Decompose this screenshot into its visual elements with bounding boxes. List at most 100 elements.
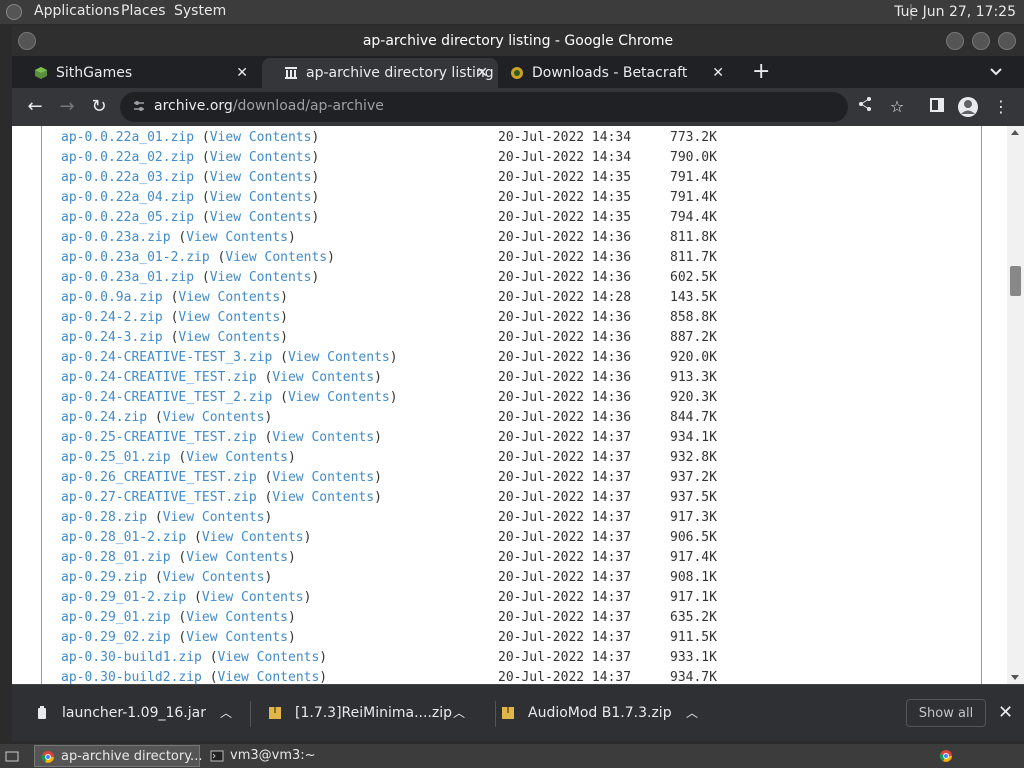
view-contents-link[interactable]: View Contents	[218, 650, 320, 665]
file-link[interactable]: ap-0.25-CREATIVE_TEST.zip	[61, 430, 257, 445]
view-contents-link[interactable]: View Contents	[186, 230, 288, 245]
view-contents-link[interactable]: View Contents	[202, 590, 304, 605]
view-contents-link[interactable]: View Contents	[178, 290, 280, 305]
view-contents-link[interactable]: View Contents	[202, 530, 304, 545]
file-link[interactable]: ap-0.29.zip	[61, 570, 147, 585]
view-contents-link[interactable]: View Contents	[218, 670, 320, 684]
window-menu-icon[interactable]	[18, 32, 36, 50]
view-contents-link[interactable]: View Contents	[186, 450, 288, 465]
applications-menu[interactable]: Applications	[34, 3, 120, 19]
view-contents-link[interactable]: View Contents	[163, 570, 265, 585]
file-link[interactable]: ap-0.0.23a_01-2.zip	[61, 250, 210, 265]
file-link[interactable]: ap-0.0.9a.zip	[61, 290, 163, 305]
view-contents-link[interactable]: View Contents	[186, 610, 288, 625]
tray-chrome-icon[interactable]	[936, 745, 958, 767]
file-link[interactable]: ap-0.29_02.zip	[61, 630, 171, 645]
view-contents-link[interactable]: View Contents	[272, 430, 374, 445]
minimize-icon[interactable]	[946, 32, 964, 50]
file-link[interactable]: ap-0.0.22a_04.zip	[61, 190, 194, 205]
view-contents-link[interactable]: View Contents	[186, 630, 288, 645]
tab-ap-archive[interactable]: ap-archive directory listing ✕	[262, 58, 498, 88]
file-link[interactable]: ap-0.30-build2.zip	[61, 670, 202, 684]
view-contents-link[interactable]: View Contents	[163, 410, 265, 425]
chevron-up-icon[interactable]: ︿	[453, 699, 465, 727]
file-link[interactable]: ap-0.0.22a_01.zip	[61, 130, 194, 145]
download-item-audiomod[interactable]: AudioMod B1.7.3.zip ︿	[502, 699, 702, 727]
site-info-icon[interactable]	[132, 99, 146, 113]
clock[interactable]: Tue Jun 27, 17:25	[894, 4, 1016, 20]
download-item-launcher[interactable]: launcher-1.09_16.jar ︿	[36, 699, 236, 727]
scrollbar-thumb[interactable]	[1010, 266, 1021, 296]
view-contents-link[interactable]: View Contents	[272, 470, 374, 485]
file-link[interactable]: ap-0.0.23a_01.zip	[61, 270, 194, 285]
file-link[interactable]: ap-0.0.23a.zip	[61, 230, 171, 245]
view-contents-link[interactable]: View Contents	[210, 210, 312, 225]
show-desktop-icon[interactable]	[2, 745, 22, 767]
file-link[interactable]: ap-0.30-build1.zip	[61, 650, 202, 665]
close-download-shelf-icon[interactable]: ✕	[998, 699, 1013, 727]
file-link[interactable]: ap-0.0.22a_02.zip	[61, 150, 194, 165]
bookmark-star-icon[interactable]: ☆	[886, 96, 908, 118]
vertical-scrollbar[interactable]	[1007, 126, 1024, 684]
kebab-menu-icon[interactable]: ⋮	[990, 96, 1012, 118]
scroll-down-arrow-icon[interactable]	[1011, 675, 1019, 680]
view-contents-link[interactable]: View Contents	[186, 550, 288, 565]
side-panel-icon[interactable]	[926, 96, 948, 118]
file-link[interactable]: ap-0.0.22a_03.zip	[61, 170, 194, 185]
show-all-button[interactable]: Show all	[906, 699, 986, 727]
scroll-up-arrow-icon[interactable]	[1011, 130, 1019, 135]
file-link[interactable]: ap-0.28_01.zip	[61, 550, 171, 565]
task-chrome[interactable]: ap-archive directory...	[34, 745, 202, 767]
back-arrow-icon[interactable]: ←	[22, 94, 48, 120]
forward-arrow-icon[interactable]: →	[54, 94, 80, 120]
tab-search-chevron-icon[interactable]	[990, 64, 1002, 80]
view-contents-link[interactable]: View Contents	[178, 310, 280, 325]
share-icon[interactable]	[854, 96, 876, 118]
chevron-up-icon[interactable]: ︿	[686, 699, 698, 727]
file-link[interactable]: ap-0.24-CREATIVE_TEST_2.zip	[61, 390, 272, 405]
distro-logo-icon[interactable]	[6, 4, 22, 20]
file-link[interactable]: ap-0.29_01-2.zip	[61, 590, 186, 605]
file-link[interactable]: ap-0.28_01-2.zip	[61, 530, 186, 545]
chevron-up-icon[interactable]: ︿	[220, 699, 232, 727]
task-terminal[interactable]: vm3@vm3:~	[204, 745, 344, 767]
profile-avatar-icon[interactable]	[957, 96, 979, 118]
file-link[interactable]: ap-0.0.22a_05.zip	[61, 210, 194, 225]
view-contents-link[interactable]: View Contents	[272, 370, 374, 385]
view-contents-link[interactable]: View Contents	[210, 150, 312, 165]
view-contents-link[interactable]: View Contents	[210, 170, 312, 185]
download-item-reiminimap[interactable]: [1.7.3]ReiMinima....zip ︿	[269, 699, 469, 727]
file-link[interactable]: ap-0.24-CREATIVE_TEST.zip	[61, 370, 257, 385]
view-contents-link[interactable]: View Contents	[288, 390, 390, 405]
file-link[interactable]: ap-0.27-CREATIVE_TEST.zip	[61, 490, 257, 505]
file-link[interactable]: ap-0.25_01.zip	[61, 450, 171, 465]
file-link[interactable]: ap-0.29_01.zip	[61, 610, 171, 625]
file-link[interactable]: ap-0.24-CREATIVE-TEST_3.zip	[61, 350, 272, 365]
view-contents-link[interactable]: View Contents	[225, 250, 327, 265]
system-menu[interactable]: System	[174, 3, 226, 19]
view-contents-link[interactable]: View Contents	[163, 510, 265, 525]
file-link[interactable]: ap-0.26_CREATIVE_TEST.zip	[61, 470, 257, 485]
file-link[interactable]: ap-0.24-3.zip	[61, 330, 163, 345]
view-contents-link[interactable]: View Contents	[288, 350, 390, 365]
close-tab-icon[interactable]: ✕	[712, 58, 724, 88]
close-tab-icon[interactable]: ✕	[236, 58, 248, 88]
places-menu[interactable]: Places	[121, 3, 166, 19]
file-link[interactable]: ap-0.28.zip	[61, 510, 147, 525]
view-contents-link[interactable]: View Contents	[272, 490, 374, 505]
address-bar[interactable]: archive.org/download/ap-archive	[120, 92, 848, 122]
new-tab-button[interactable]: +	[752, 56, 770, 88]
view-contents-link[interactable]: View Contents	[210, 270, 312, 285]
window-titlebar[interactable]: ap-archive directory listing - Google Ch…	[12, 26, 1024, 56]
file-link[interactable]: ap-0.24-2.zip	[61, 310, 163, 325]
view-contents-link[interactable]: View Contents	[178, 330, 280, 345]
view-contents-link[interactable]: View Contents	[210, 130, 312, 145]
reload-icon[interactable]: ↻	[86, 94, 112, 120]
tab-betacraft[interactable]: Downloads - Betacraft ✕	[488, 58, 734, 88]
close-window-icon[interactable]	[998, 32, 1016, 50]
close-tab-icon[interactable]: ✕	[476, 58, 488, 88]
maximize-icon[interactable]	[972, 32, 990, 50]
view-contents-link[interactable]: View Contents	[210, 190, 312, 205]
file-link[interactable]: ap-0.24.zip	[61, 410, 147, 425]
tab-sithgames[interactable]: SithGames ✕	[12, 58, 258, 88]
